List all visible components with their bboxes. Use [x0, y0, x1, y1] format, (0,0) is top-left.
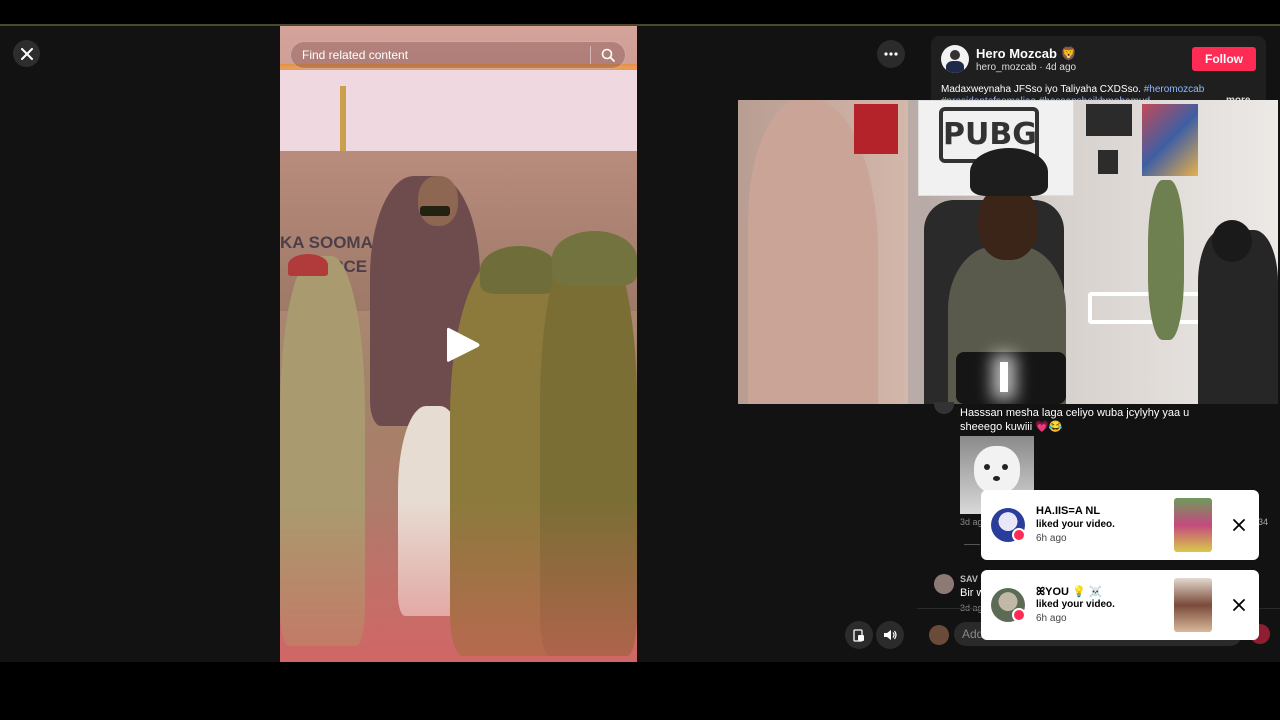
volume-icon: [884, 630, 897, 640]
comment-like-count: 34: [1258, 517, 1269, 527]
second-comment-author[interactable]: SAV: [960, 574, 978, 584]
creator-name-text: Hero Mozcab: [976, 46, 1057, 61]
more-icon: [884, 52, 898, 56]
comment-age: 3d ag: [960, 517, 983, 527]
search-button[interactable]: [591, 41, 625, 69]
notification-toast[interactable]: ꕤYOU 💡 ☠️ liked your video. 6h ago: [981, 570, 1259, 640]
wall-painting: [1142, 104, 1198, 176]
my-avatar: [929, 625, 949, 645]
creator-badge: 🦁: [1060, 46, 1077, 61]
caption-text: Madaxweynaha JFSso iyo Taliyaha CXDSso.: [941, 84, 1141, 95]
notification-time: 6h ago: [1036, 533, 1067, 544]
creator-name[interactable]: Hero Mozcab 🦁: [976, 46, 1077, 62]
heart-icon: [1012, 528, 1026, 542]
wall-flag: [854, 104, 898, 154]
caption-hashtag[interactable]: #heromozcab: [1144, 84, 1205, 95]
notification-video-thumbnail[interactable]: [1174, 578, 1212, 632]
search-bar[interactable]: Find related content: [290, 41, 626, 69]
notification-name: ꕤYOU 💡 ☠️: [1036, 586, 1103, 598]
creator-avatar[interactable]: [941, 45, 969, 73]
comment-text: Hasssan mesha laga celiyo wuba jcylyhy y…: [960, 406, 1230, 434]
close-icon: [20, 47, 33, 60]
notification-name: HA.IIS=A NL: [1036, 505, 1101, 517]
wall-sign: [1086, 104, 1132, 136]
close-icon[interactable]: [1231, 517, 1247, 533]
second-commenter-avatar[interactable]: [934, 574, 954, 594]
microphone: [956, 352, 1066, 404]
video-caption: Madaxweynaha JFSso iyo Taliyaha CXDSso. …: [941, 84, 1231, 95]
search-icon: [601, 48, 615, 62]
creator-handle: hero_mozcab · 4d ago: [976, 62, 1077, 73]
notification-message: liked your video.: [1036, 599, 1115, 610]
follow-button[interactable]: Follow: [1192, 47, 1256, 71]
notification-video-thumbnail[interactable]: [1174, 498, 1212, 552]
notification-toast[interactable]: HA.IIS=A NL liked your video. 6h ago: [981, 490, 1259, 560]
streamer-face: [978, 186, 1038, 260]
plant: [1148, 180, 1184, 340]
close-icon[interactable]: [1231, 597, 1247, 613]
view-replies-line[interactable]: [964, 544, 980, 545]
notification-message: liked your video.: [1036, 519, 1115, 530]
play-icon[interactable]: [443, 325, 483, 365]
search-placeholder: Find related content: [302, 48, 409, 62]
heart-icon: [1012, 608, 1026, 622]
close-button[interactable]: [13, 40, 40, 67]
more-options-button[interactable]: [877, 40, 905, 68]
banner-text-line1: KA SOOMAA: [280, 233, 386, 252]
volume-button[interactable]: [876, 621, 904, 649]
streamer-camera-overlay: PUBG: [738, 100, 1278, 404]
comment-body: Hasssan mesha laga celiyo wuba jcylyhy y…: [960, 407, 1190, 433]
miniplayer-icon: [853, 628, 864, 642]
notification-time: 6h ago: [1036, 613, 1067, 624]
miniplayer-button[interactable]: [845, 621, 873, 649]
comment-emoji: 💗😂: [1035, 421, 1063, 433]
streamer-hat: [970, 148, 1048, 196]
